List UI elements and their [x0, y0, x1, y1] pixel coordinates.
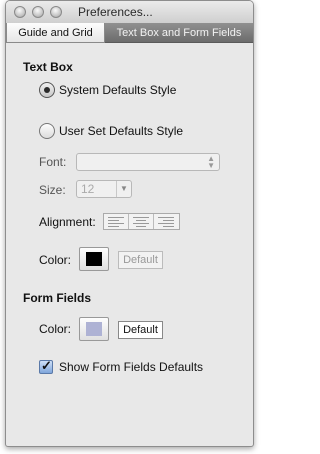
size-value: 12 [81, 182, 95, 196]
updown-arrows-icon: ▲ ▼ [207, 154, 215, 170]
align-center-button[interactable] [129, 214, 154, 229]
user-defaults-label[interactable]: User Set Defaults Style [59, 124, 183, 138]
close-window-button[interactable] [14, 6, 26, 18]
zoom-window-button[interactable] [50, 6, 62, 18]
system-defaults-radio[interactable] [39, 82, 55, 98]
align-left-button[interactable] [104, 214, 129, 229]
alignment-segmented-control [103, 213, 180, 230]
size-label: Size: [39, 183, 66, 197]
tab-text-box-and-form-fields[interactable]: Text Box and Form Fields [105, 23, 253, 43]
text-color-swatch [86, 252, 102, 266]
text-color-label: Color: [39, 253, 72, 267]
show-form-fields-checkbox[interactable] [39, 358, 53, 374]
tab-guide-and-grid[interactable]: Guide and Grid [6, 23, 105, 43]
text-color-well[interactable] [79, 247, 109, 271]
preferences-window: Preferences... Guide and Grid Text Box a… [5, 0, 254, 447]
user-defaults-radio[interactable] [39, 123, 55, 139]
text-default-button[interactable]: Default [118, 251, 163, 269]
minimize-window-button[interactable] [32, 6, 44, 18]
tab-bar: Guide and Grid Text Box and Form Fields [6, 23, 253, 43]
title-bar[interactable]: Preferences... [6, 1, 253, 24]
show-form-fields-label[interactable]: Show Form Fields Defaults [59, 360, 203, 374]
text-box-heading: Text Box [23, 60, 73, 74]
alignment-label: Alignment: [39, 215, 96, 229]
system-defaults-label[interactable]: System Defaults Style [59, 83, 176, 97]
form-color-swatch [86, 322, 102, 336]
window-title: Preferences... [78, 5, 153, 19]
form-color-well[interactable] [79, 317, 109, 341]
font-label: Font: [39, 155, 67, 169]
align-right-button[interactable] [154, 214, 179, 229]
font-popup[interactable]: ▲ ▼ [76, 153, 220, 171]
chevron-down-icon[interactable]: ▼ [116, 181, 131, 197]
form-fields-heading: Form Fields [23, 291, 92, 305]
size-combo[interactable]: 12 ▼ [76, 180, 132, 198]
form-color-label: Color: [39, 322, 72, 336]
form-default-button[interactable]: Default [118, 321, 163, 339]
